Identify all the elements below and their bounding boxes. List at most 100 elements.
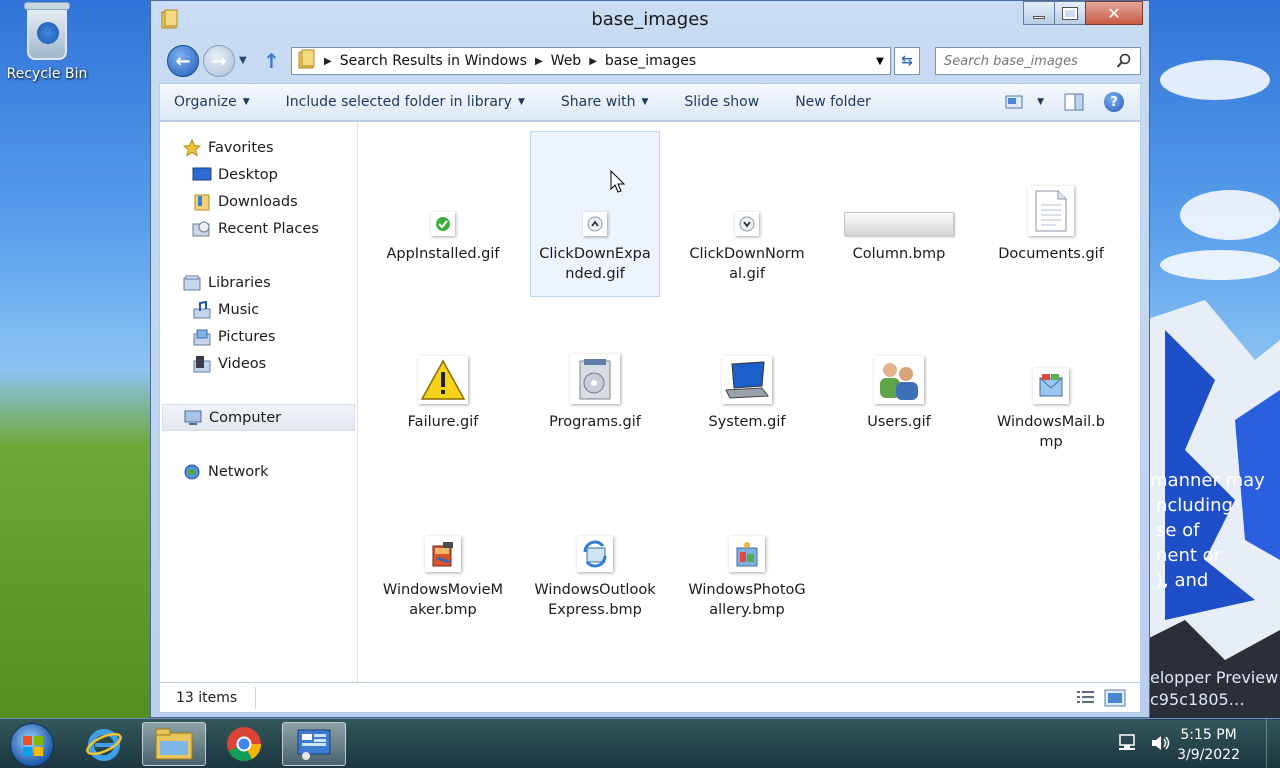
file-item[interactable]: WindowsMovieMaker.bmp (378, 470, 508, 620)
chevron-down-icon (735, 212, 759, 236)
taskbar-chrome[interactable] (212, 722, 276, 766)
recycle-bin[interactable]: Recycle Bin (4, 2, 90, 82)
file-name: Programs.gif (549, 414, 641, 430)
file-item[interactable]: AppInstalled.gif (378, 134, 508, 264)
file-item[interactable]: WindowsOutlookExpress.bmp (530, 470, 660, 620)
recent-pages-dropdown[interactable]: ▼ (239, 55, 247, 66)
address-bar[interactable]: ▶ Search Results in Windows ▶ Web ▶ base… (291, 47, 891, 75)
breadcrumb-arrow-icon[interactable]: ▶ (324, 56, 332, 67)
refresh-button[interactable]: ⇆ (894, 47, 920, 75)
show-desktop-button[interactable] (1266, 719, 1280, 768)
minimize-icon (1033, 15, 1045, 19)
breadcrumb-web[interactable]: Web (551, 53, 582, 69)
nav-pictures[interactable]: Pictures (160, 323, 357, 350)
nav-network[interactable]: Network (160, 458, 357, 485)
file-item[interactable]: Failure.gif (378, 302, 508, 432)
breadcrumb-search-results[interactable]: Search Results in Windows (340, 53, 527, 69)
chevron-up-icon (583, 212, 607, 236)
file-item[interactable]: Column.bmp (834, 134, 964, 264)
explorer-window: base_images ✕ ← → ▼ ↑ ▶ Search Results i… (150, 0, 1150, 718)
breadcrumb-arrow-icon[interactable]: ▶ (535, 56, 543, 67)
chevron-down-icon[interactable]: ▼ (870, 56, 890, 67)
details-view-icon[interactable] (1076, 689, 1096, 705)
large-icons-view-icon[interactable] (1104, 689, 1126, 707)
file-item[interactable]: Documents.gif (986, 134, 1116, 264)
file-name: Documents.gif (998, 246, 1104, 262)
search-icon[interactable] (1116, 53, 1132, 69)
libraries-icon (182, 274, 202, 292)
taskbar-control-panel[interactable] (282, 722, 346, 766)
wallpaper-watermark: elopper Preview c95c1805… (1150, 668, 1279, 709)
search-input[interactable] (944, 53, 1104, 69)
check-icon (431, 212, 455, 236)
change-view-button[interactable]: ▼ (1005, 95, 1044, 109)
clock-date: 3/9/2022 (1177, 747, 1240, 763)
nav-videos[interactable]: Videos (160, 350, 357, 377)
arrow-right-icon: → (211, 50, 227, 72)
file-name: WindowsMovieMaker.bmp (382, 582, 504, 618)
file-name: System.gif (708, 414, 786, 430)
up-arrow-icon[interactable]: ↑ (263, 49, 280, 73)
file-name: Failure.gif (407, 414, 479, 430)
recycle-bin-label: Recycle Bin (6, 66, 88, 82)
nav-favorites[interactable]: Favorites (160, 134, 357, 161)
breadcrumb-arrow-icon[interactable]: ▶ (589, 56, 597, 67)
maximize-button[interactable] (1054, 1, 1086, 25)
nav-computer[interactable]: Computer (162, 404, 355, 431)
command-bar: Organize ▼ Include selected folder in lib… (159, 83, 1141, 121)
back-button[interactable]: ← (167, 45, 199, 77)
share-with-menu[interactable]: Share with ▼ (561, 94, 648, 110)
file-item[interactable]: ClickDownNormal.gif (682, 134, 812, 284)
title-bar[interactable]: base_images ✕ (151, 1, 1149, 39)
nav-recent-places[interactable]: Recent Places (160, 215, 357, 242)
minimize-button[interactable] (1023, 1, 1055, 25)
nav-libraries[interactable]: Libraries (160, 269, 357, 296)
pictures-icon (192, 328, 212, 346)
caret-down-icon: ▼ (517, 97, 525, 107)
organize-menu[interactable]: Organize ▼ (174, 94, 250, 110)
volume-icon[interactable] (1150, 733, 1172, 753)
taskbar-internet-explorer[interactable] (72, 722, 136, 766)
maximize-icon (1062, 6, 1078, 20)
computer-icon (183, 409, 203, 427)
internet-explorer-icon (86, 729, 122, 761)
file-item[interactable]: WindowsPhotoGallery.bmp (682, 470, 812, 620)
file-item-selected[interactable]: ClickDownExpanded.gif (530, 131, 660, 297)
close-button[interactable]: ✕ (1085, 1, 1143, 25)
nav-music[interactable]: Music (160, 296, 357, 323)
close-icon: ✕ (1107, 3, 1121, 23)
nav-downloads[interactable]: Downloads (160, 188, 357, 215)
file-name: WindowsMail.bmp (997, 414, 1105, 450)
file-item[interactable]: Users.gif (834, 302, 964, 432)
caret-down-icon[interactable]: ▼ (1037, 97, 1044, 107)
movie-maker-icon (425, 536, 461, 572)
programs-icon (570, 354, 620, 404)
refresh-icon: ⇆ (901, 53, 913, 69)
preview-pane-icon[interactable] (1064, 93, 1084, 111)
file-item[interactable]: WindowsMail.bmp (986, 302, 1116, 452)
warning-icon (418, 356, 468, 404)
nav-desktop[interactable]: Desktop (160, 161, 357, 188)
photo-gallery-icon (729, 536, 765, 572)
desktop-icon (192, 166, 212, 184)
start-button[interactable] (10, 723, 54, 767)
slide-show-button[interactable]: Slide show (684, 94, 759, 110)
status-bar: 13 items (159, 683, 1141, 713)
breadcrumb-base-images[interactable]: base_images (605, 53, 696, 69)
search-box[interactable] (935, 47, 1141, 75)
network-tray-icon[interactable] (1118, 733, 1140, 753)
music-icon (192, 300, 212, 319)
file-item[interactable]: System.gif (682, 302, 812, 432)
taskbar-file-explorer[interactable] (142, 722, 206, 766)
control-panel-icon (297, 729, 331, 760)
recent-places-icon (192, 220, 212, 238)
file-item[interactable]: Programs.gif (530, 302, 660, 432)
mail-icon (1033, 368, 1069, 404)
new-folder-button[interactable]: New folder (795, 94, 871, 110)
include-in-library-menu[interactable]: Include selected folder in library ▼ (286, 94, 525, 110)
chrome-icon (227, 727, 261, 762)
help-button[interactable]: ? (1104, 92, 1124, 112)
forward-button[interactable]: → (203, 45, 235, 77)
clock[interactable]: 5:15 PM 3/9/2022 (1177, 725, 1240, 765)
file-name: Users.gif (867, 414, 931, 430)
